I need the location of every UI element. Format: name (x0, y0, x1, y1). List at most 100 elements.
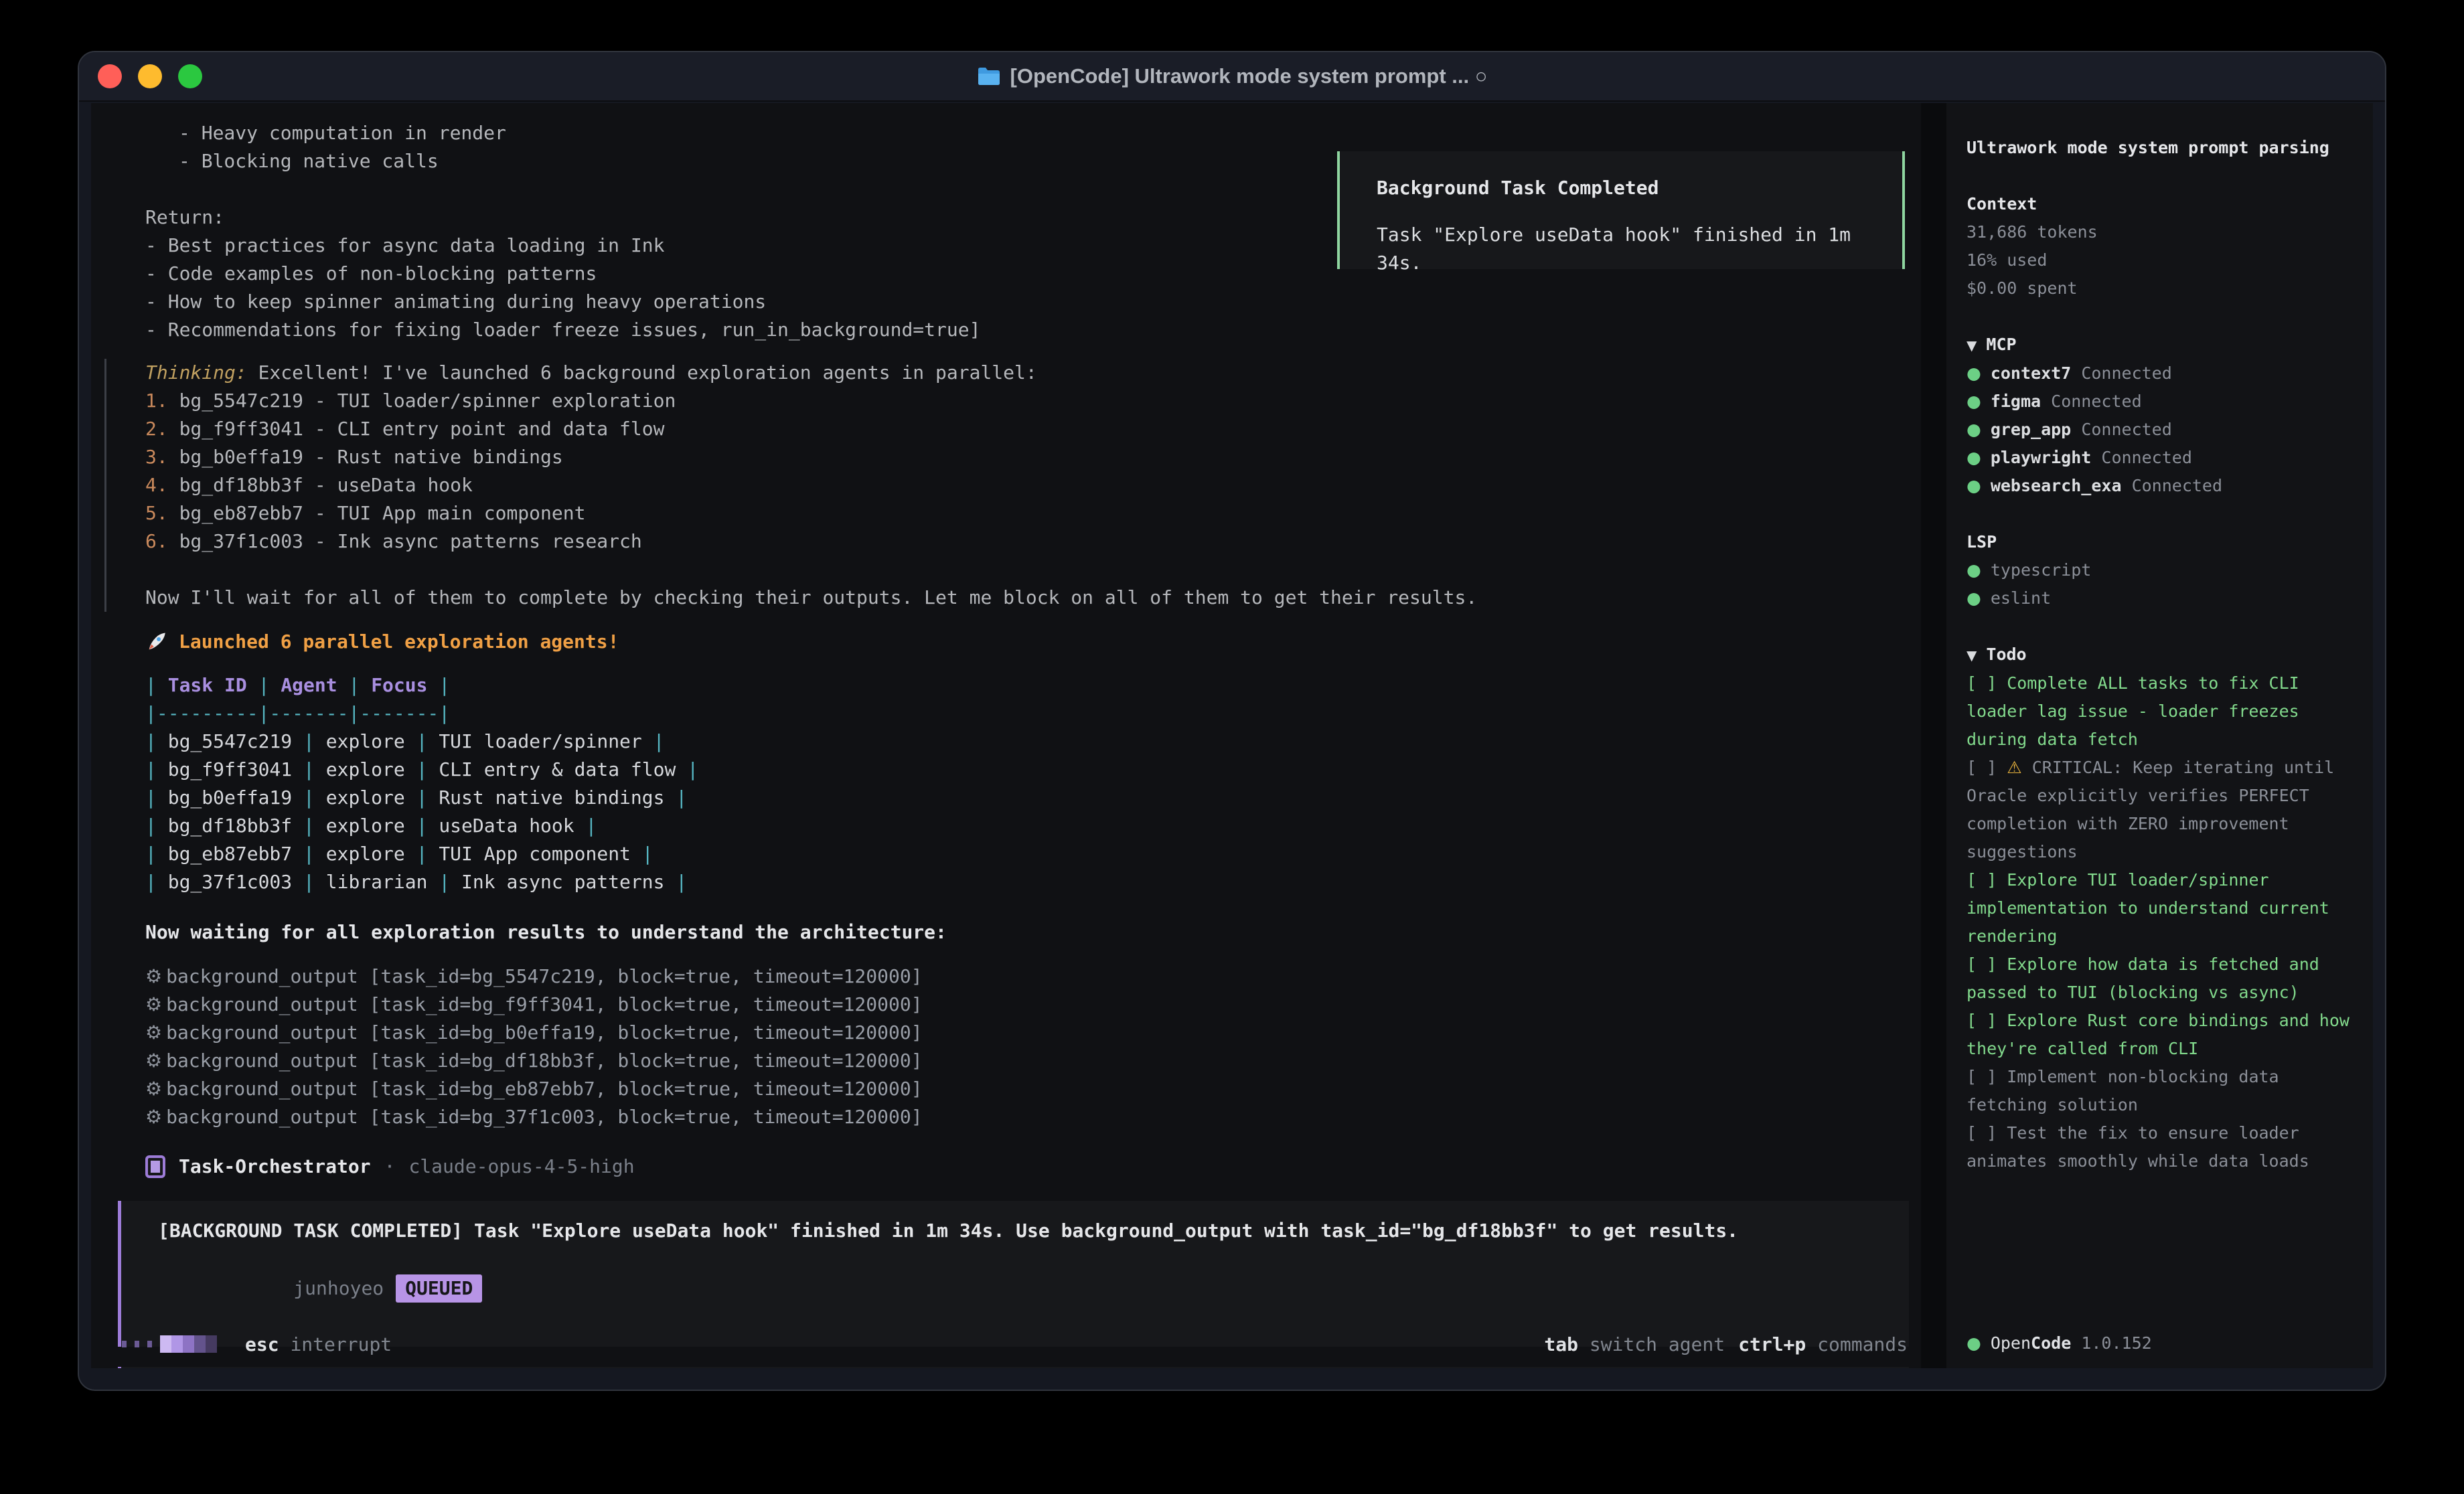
agent-attribution: Task-Orchestrator · claude-opus-4-5-high (145, 1153, 1914, 1181)
chevron-down-icon: ▼ (1967, 647, 1977, 663)
status-dot-icon: ● (1967, 420, 1981, 439)
table-row: | bg_b0effa19 | explore | Rust native bi… (145, 786, 1914, 814)
tab-key-hint: tab (1544, 1333, 1578, 1355)
ctrlp-key-hint: ctrl+p (1738, 1333, 1806, 1355)
agent-avatar-icon (145, 1155, 165, 1178)
version-number: 1.0.152 (2081, 1333, 2151, 1353)
todo-item: [ ] Explore Rust core bindings and how t… (1967, 1007, 2353, 1063)
lsp-section: LSP ●typescript ●eslint (1967, 528, 2353, 612)
mcp-item: ●playwright Connected (1967, 444, 2353, 472)
agent-name: Task-Orchestrator (179, 1153, 371, 1181)
window-title-text: [OpenCode] Ultrawork mode system prompt … (1010, 64, 1488, 88)
sidebar: Ultrawork mode system prompt parsing Con… (1946, 103, 2373, 1368)
esc-key-hint: esc (245, 1333, 279, 1355)
todo-section: ▼Todo [ ] Complete ALL tasks to fix CLI … (1967, 641, 2353, 1175)
completed-message-text: [BACKGROUND TASK COMPLETED] Task "Explor… (158, 1217, 1896, 1245)
todo-item: [ ] Explore how data is fetched and pass… (1967, 950, 2353, 1007)
thinking-block: Thinking: Excellent! I've launched 6 bac… (104, 359, 1914, 612)
statusbar-right: tab switch agent ctrl+p commands (1544, 1333, 1908, 1355)
waiting-line: Now waiting for all exploration results … (145, 918, 1914, 946)
brand-name: OpenCode (1991, 1333, 2071, 1353)
thinking-item: 3. bg_b0effa19 - Rust native bindings (145, 443, 1914, 471)
todo-item: [ ] Complete ALL tasks to fix CLI loader… (1967, 669, 2353, 754)
mcp-section: ▼MCP ●context7 Connected ●figma Connecte… (1967, 331, 2353, 500)
titlebar: [OpenCode] Ultrawork mode system prompt … (79, 52, 2385, 102)
context-used: 16% used (1967, 246, 2353, 274)
mcp-item: ●websearch_exa Connected (1967, 472, 2353, 500)
gear-icon: ⚙ (145, 1021, 162, 1044)
gear-icon: ⚙ (145, 993, 162, 1015)
toast-notification[interactable]: Background Task Completed Task "Explore … (1337, 151, 1905, 269)
launch-announcement: Launched 6 parallel exploration agents! (145, 628, 1914, 656)
todo-item: [ ] Implement non-blocking data fetching… (1967, 1063, 2353, 1119)
todo-item: [ ] Test the fix to ensure loader animat… (1967, 1119, 2353, 1175)
tool-call-line: ⚙background_output [task_id=bg_df18bb3f,… (145, 1048, 1914, 1076)
todo-heading[interactable]: ▼Todo (1967, 641, 2353, 669)
thinking-item: 6. bg_37f1c003 - Ink async patterns rese… (145, 527, 1914, 556)
lsp-item: ●eslint (1967, 584, 2353, 612)
result-line: - Recommendations for fixing loader free… (145, 316, 1914, 344)
table-separator-row: |---------|-------|-------| (145, 701, 1914, 730)
username: junhoyeo (293, 1277, 384, 1299)
thinking-label: Thinking: (145, 361, 247, 384)
conversation-pane: - Heavy computation in render - Blocking… (91, 103, 1921, 1368)
tool-call-line: ⚙background_output [task_id=bg_b0effa19,… (145, 1020, 1914, 1048)
context-spent: $0.00 spent (1967, 274, 2353, 303)
gear-icon: ⚙ (145, 965, 162, 987)
background-output-calls: ⚙background_output [task_id=bg_5547c219,… (104, 964, 1914, 1133)
prompt-input[interactable]: Task-Orchestrator Opus 4.5 High Anthropi… (118, 1367, 1909, 1368)
table-row: | bg_5547c219 | explore | TUI loader/spi… (145, 730, 1914, 758)
status-dot-icon: ● (1967, 560, 1981, 580)
statusbar: esc interrupt tab switch agent ctrl+p co… (91, 1329, 1921, 1359)
toast-body: Task "Explore useData hook" finished in … (1377, 221, 1902, 277)
completed-message-meta: junhoyeo QUEUED (158, 1246, 1896, 1331)
app-version: ● OpenCode 1.0.152 (1967, 1329, 2152, 1357)
status-dot-icon: ● (1967, 363, 1981, 383)
gear-icon: ⚙ (145, 1050, 162, 1072)
status-dot-icon: ● (1967, 476, 1981, 495)
app-window: [OpenCode] Ultrawork mode system prompt … (78, 51, 2386, 1391)
mcp-heading[interactable]: ▼MCP (1967, 331, 2353, 359)
tool-call-line: ⚙background_output [task_id=bg_eb87ebb7,… (145, 1076, 1914, 1104)
chevron-down-icon: ▼ (1967, 337, 1977, 353)
gear-icon: ⚙ (145, 1106, 162, 1128)
result-line: - Heavy computation in render (145, 119, 1914, 147)
mcp-item: ●figma Connected (1967, 388, 2353, 416)
background-completed-message: [BACKGROUND TASK COMPLETED] Task "Explor… (118, 1201, 1909, 1347)
agent-model: claude-opus-4-5-high (408, 1153, 634, 1181)
pane-divider (1921, 103, 1946, 1368)
toast-title: Background Task Completed (1377, 174, 1902, 202)
result-line: - How to keep spinner animating during h… (145, 288, 1914, 316)
conversation-scrollback: - Heavy computation in render - Blocking… (91, 103, 1921, 1368)
thinking-intro: Thinking: Excellent! I've launched 6 bac… (145, 359, 1914, 387)
status-dot-icon: ● (1967, 588, 1981, 608)
table-header-row: | Task ID | Agent | Focus | (145, 673, 1914, 701)
thinking-item: 4. bg_df18bb3f - useData hook (145, 471, 1914, 499)
folder-icon (977, 66, 1001, 86)
context-heading: Context (1967, 190, 2353, 218)
status-dot-icon: ● (1967, 392, 1981, 411)
mcp-item: ●context7 Connected (1967, 359, 2353, 388)
window-title: [OpenCode] Ultrawork mode system prompt … (79, 64, 2385, 88)
status-badge: QUEUED (396, 1274, 482, 1303)
thinking-item: 5. bg_eb87ebb7 - TUI App main component (145, 499, 1914, 527)
todo-item: [ ] Explore TUI loader/spinner implement… (1967, 866, 2353, 950)
status-dot-icon: ● (1967, 448, 1981, 467)
gear-icon: ⚙ (145, 1078, 162, 1100)
tool-call-line: ⚙background_output [task_id=bg_5547c219,… (145, 964, 1914, 992)
loading-spinner (122, 1335, 217, 1353)
warning-icon: ⚠ (2007, 758, 2021, 777)
mcp-item: ●grep_app Connected (1967, 416, 2353, 444)
tool-call-line: ⚙background_output [task_id=bg_37f1c003,… (145, 1104, 1914, 1133)
context-tokens: 31,686 tokens (1967, 218, 2353, 246)
rocket-icon (145, 631, 168, 653)
thinking-item: 2. bg_f9ff3041 - CLI entry point and dat… (145, 415, 1914, 443)
table-row: | bg_eb87ebb7 | explore | TUI App compon… (145, 842, 1914, 870)
context-section: Context 31,686 tokens 16% used $0.00 spe… (1967, 190, 2353, 303)
table-row: | bg_df18bb3f | explore | useData hook | (145, 814, 1914, 842)
lsp-heading: LSP (1967, 528, 2353, 556)
status-dot-icon: ● (1967, 1333, 1981, 1353)
thinking-item: 1. bg_5547c219 - TUI loader/spinner expl… (145, 387, 1914, 415)
session-title: Ultrawork mode system prompt parsing (1967, 134, 2353, 162)
todo-item: [ ] ⚠ CRITICAL: Keep iterating until Ora… (1967, 754, 2353, 866)
